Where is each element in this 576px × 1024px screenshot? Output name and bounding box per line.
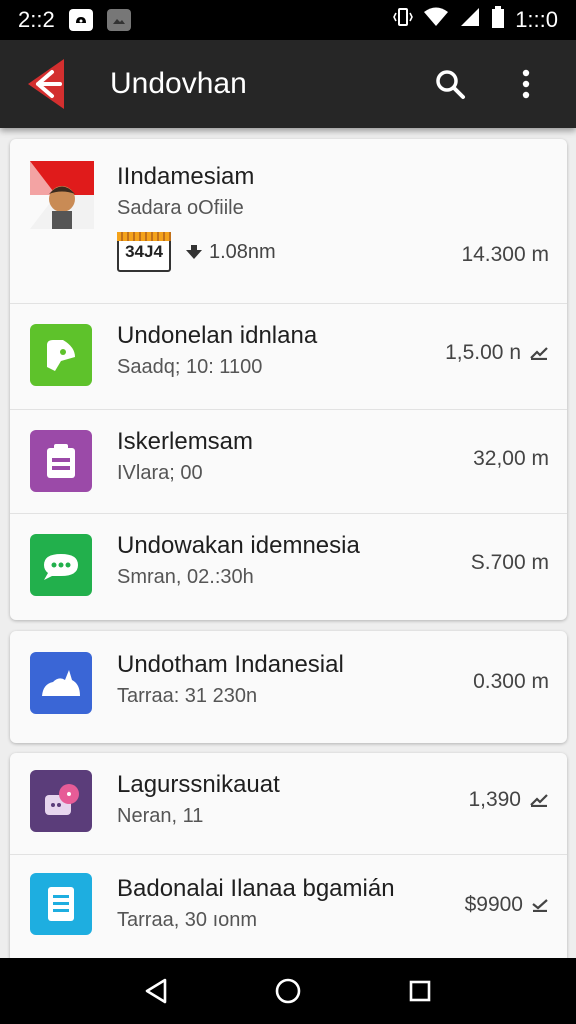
notification-icon (68, 9, 93, 31)
item-subtitle: Smran, 02.:30h (117, 566, 254, 588)
list-item[interactable]: Badonalai Ilanaa bgamián Tarraa, 30 ıonm… (10, 855, 567, 963)
item-title: Lagurssnikauat (117, 771, 280, 798)
list-item[interactable]: Iskerlemsam IVlara; 00 32,00 m (10, 410, 567, 514)
search-icon (436, 70, 465, 99)
battery-icon (491, 6, 505, 34)
check-icon (532, 899, 548, 912)
system-nav-bar (0, 958, 576, 1024)
purple-app-icon (30, 430, 92, 492)
image-notification-icon (106, 9, 131, 31)
item-subtitle: IVlara; 00 (117, 462, 203, 484)
chat-app-icon (30, 534, 92, 596)
list-item[interactable]: Undonelan idnlana Saadq; 10: 1100 1,5.00… (10, 304, 567, 410)
item-value: 14.300 m (461, 243, 549, 266)
item-title: Undowakan idemnesia (117, 532, 360, 559)
nav-recents-button[interactable] (400, 971, 440, 1011)
docs-app-icon (30, 873, 92, 935)
item-value: 32,00 m (473, 447, 549, 470)
blue-app-icon (30, 652, 92, 714)
item-subtitle: Tarraa, 30 ıonm (117, 909, 258, 931)
back-button[interactable] (10, 40, 84, 128)
list-item[interactable]: Lagurssnikauat Neran, 11 1,390 (10, 753, 567, 855)
flag-avatar-icon (30, 161, 94, 229)
item-value: S.700 m (470, 551, 549, 574)
status-time: 2::2 (18, 7, 55, 32)
item-value: 1,390 (468, 788, 521, 811)
vibrate-icon (393, 6, 414, 34)
item-title: Badonalai Ilanaa bgamián (117, 875, 395, 902)
app-list-card: Lagurssnikauat Neran, 11 1,390 Badonalai… (10, 753, 567, 963)
nav-back-button[interactable] (136, 971, 176, 1011)
triangle-back-icon (145, 978, 167, 1004)
more-vert-icon (522, 69, 530, 99)
signal-icon (459, 6, 481, 34)
status-clock: 1:::0 (515, 7, 558, 32)
app-bar: Undovhan (0, 40, 576, 128)
item-value: $9900 (464, 893, 523, 916)
nav-home-button[interactable] (268, 971, 308, 1011)
item-subtitle: Neran, 11 (117, 805, 204, 827)
app-title: Undovhan (110, 67, 247, 100)
overflow-menu-button[interactable] (506, 64, 546, 104)
item-subtitle: Tarraa: 31 230n (117, 685, 258, 707)
item-title: Undotham Indanesial (117, 651, 344, 678)
item-subtitle: Sadara oOfiile (117, 197, 244, 219)
item-size: 1.08nm (209, 240, 276, 263)
item-title: Iskerlemsam (117, 428, 254, 455)
message-app-icon (30, 770, 92, 832)
rating-tag: 34J4 (117, 232, 171, 272)
item-value: 0.300 m (473, 670, 549, 693)
wifi-icon (423, 6, 449, 34)
square-recents-icon (409, 980, 431, 1002)
list-item[interactable]: IIndamesiam Sadara oOfiile 34J4 1.08nm 1… (10, 139, 567, 304)
download-icon (186, 245, 202, 259)
list-item[interactable]: Undotham Indanesial Tarraa: 31 230n 0.30… (10, 631, 567, 743)
item-subtitle: Saadq; 10: 1100 (117, 356, 263, 378)
app-list-card: Undotham Indanesial Tarraa: 31 230n 0.30… (10, 631, 567, 743)
list-item[interactable]: Undowakan idemnesia Smran, 02.:30h S.700… (10, 514, 567, 620)
item-title: Undonelan idnlana (117, 322, 318, 349)
item-title: IIndamesiam (117, 163, 255, 190)
circle-home-icon (275, 978, 301, 1004)
status-bar: 2::2 1:::0 (0, 0, 576, 40)
trend-icon (530, 347, 548, 360)
back-arrow-icon (28, 59, 64, 109)
search-button[interactable] (430, 64, 470, 104)
app-list-card: IIndamesiam Sadara oOfiile 34J4 1.08nm 1… (10, 139, 567, 620)
item-value: 1,5.00 n (445, 341, 521, 364)
green-app-icon (30, 324, 92, 386)
trend-icon (530, 794, 548, 807)
